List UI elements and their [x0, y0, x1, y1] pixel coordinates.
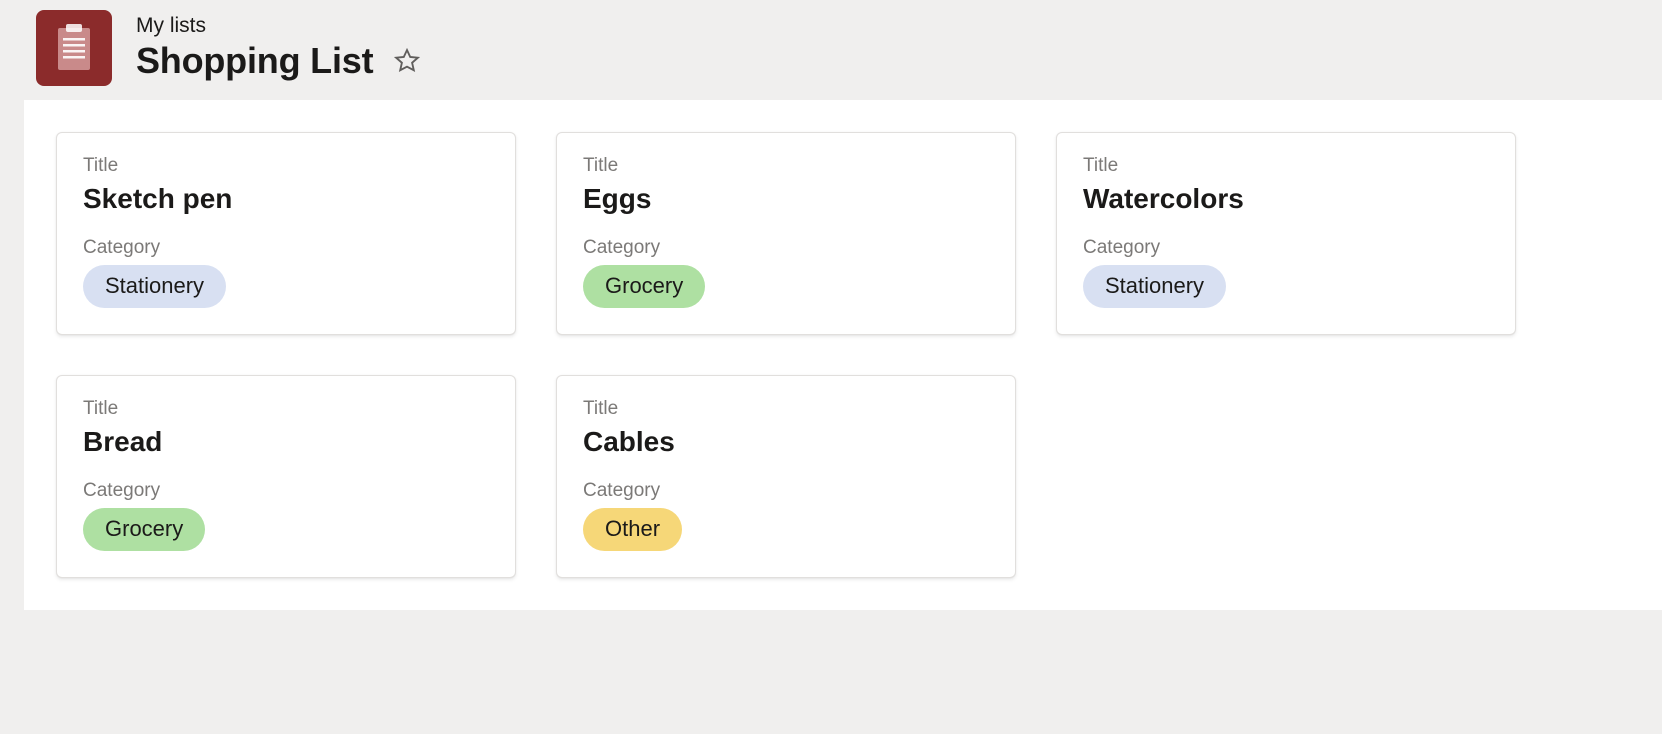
card-title: Bread [83, 426, 489, 458]
field-label-title: Title [83, 155, 489, 177]
card-title: Eggs [583, 183, 989, 215]
card-title: Watercolors [1083, 183, 1489, 215]
field-label-category: Category [583, 237, 989, 259]
category-pill: Other [583, 508, 682, 551]
field-label-category: Category [83, 237, 489, 259]
list-tile-icon [36, 10, 112, 86]
list-card[interactable]: Title Cables Category Other [556, 375, 1016, 578]
category-pill: Grocery [83, 508, 205, 551]
field-label-title: Title [583, 398, 989, 420]
list-card[interactable]: Title Sketch pen Category Stationery [56, 132, 516, 335]
star-outline-icon [393, 47, 421, 75]
category-pill: Stationery [83, 265, 226, 308]
field-label-title: Title [83, 398, 489, 420]
list-card[interactable]: Title Watercolors Category Stationery [1056, 132, 1516, 335]
list-card[interactable]: Title Bread Category Grocery [56, 375, 516, 578]
card-grid: Title Sketch pen Category Stationery Title Eg… [56, 132, 1630, 578]
category-pill: Stationery [1083, 265, 1226, 308]
field-label-category: Category [583, 480, 989, 502]
list-card[interactable]: Title Eggs Category Grocery [556, 132, 1016, 335]
breadcrumb-my-lists[interactable]: My lists [136, 14, 425, 38]
clipboard-icon [54, 24, 94, 72]
page-header: My lists Shopping List [0, 0, 1662, 100]
card-title: Sketch pen [83, 183, 489, 215]
favorite-toggle[interactable] [389, 43, 425, 79]
page-title: Shopping List [136, 40, 373, 82]
category-pill: Grocery [583, 265, 705, 308]
field-label-category: Category [83, 480, 489, 502]
card-title: Cables [583, 426, 989, 458]
main-content: Title Sketch pen Category Stationery Title Eg… [24, 100, 1662, 610]
field-label-category: Category [1083, 237, 1489, 259]
field-label-title: Title [1083, 155, 1489, 177]
field-label-title: Title [583, 155, 989, 177]
